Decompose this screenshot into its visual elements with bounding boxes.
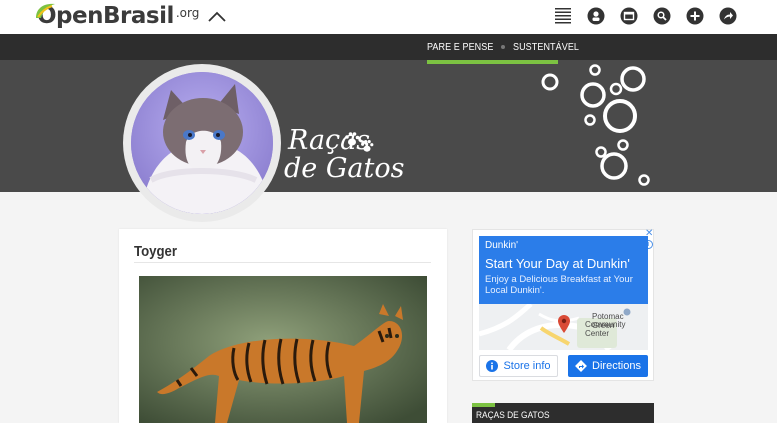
post-divider (134, 262, 431, 263)
ragdoll-cat-image (131, 72, 273, 214)
mail-icon[interactable] (620, 7, 638, 25)
directions-icon (575, 360, 587, 372)
user-icon[interactable] (587, 7, 605, 25)
site-logo[interactable]: OpenBrasil .org (34, 2, 199, 30)
list-icon[interactable] (554, 7, 572, 25)
ad-brand: Dunkin' (485, 240, 519, 251)
main-nav: Pare e Pense Sustentável (0, 34, 777, 60)
ad-headline[interactable]: Start Your Day at Dunkin' (485, 254, 642, 274)
post-image[interactable] (139, 276, 427, 423)
nav-links: Pare e Pense Sustentável (427, 34, 586, 60)
category-avatar (131, 72, 273, 214)
directions-label: Directions (592, 360, 641, 372)
map-pin-icon (558, 315, 570, 333)
info-icon (486, 360, 499, 372)
widget-title: Raças de Gatos (476, 410, 550, 421)
leaf-icon (36, 3, 55, 18)
nav-item-pare-e-pense[interactable]: Pare e Pense (427, 42, 493, 53)
store-info-button[interactable]: Store info (479, 355, 558, 377)
header-actions (539, 7, 737, 25)
post-title[interactable]: Toyger (134, 243, 177, 260)
top-bar: OpenBrasil .org (0, 0, 777, 34)
chevron-up-icon[interactable] (207, 9, 227, 23)
store-info-label: Store info (503, 360, 551, 372)
share-icon[interactable] (719, 7, 737, 25)
paw-icon (345, 132, 360, 146)
map-label-line2: Community Center (585, 320, 626, 338)
ad-map[interactable]: Potomac Green Community Center (479, 304, 648, 350)
search-icon[interactable] (653, 7, 671, 25)
banner-title: Raças de Gatos (284, 125, 414, 187)
nav-item-sustentavel[interactable]: Sustentável (513, 42, 579, 53)
logo-suffix: .org (175, 6, 200, 20)
banner-title-line2: de Gatos (284, 153, 405, 184)
nav-separator (500, 45, 505, 49)
plus-icon[interactable] (686, 7, 704, 25)
paw-icon (361, 140, 374, 152)
toyger-cat-image (139, 276, 427, 423)
bubbles-decoration (541, 64, 650, 186)
widget-accent-bar (472, 403, 495, 407)
ad-header[interactable]: Dunkin' Start Your Day at Dunkin' Enjoy … (479, 236, 648, 304)
directions-button[interactable]: Directions (568, 355, 648, 377)
ad-description: Enjoy a Delicious Breakfast at Your Loca… (485, 274, 633, 296)
